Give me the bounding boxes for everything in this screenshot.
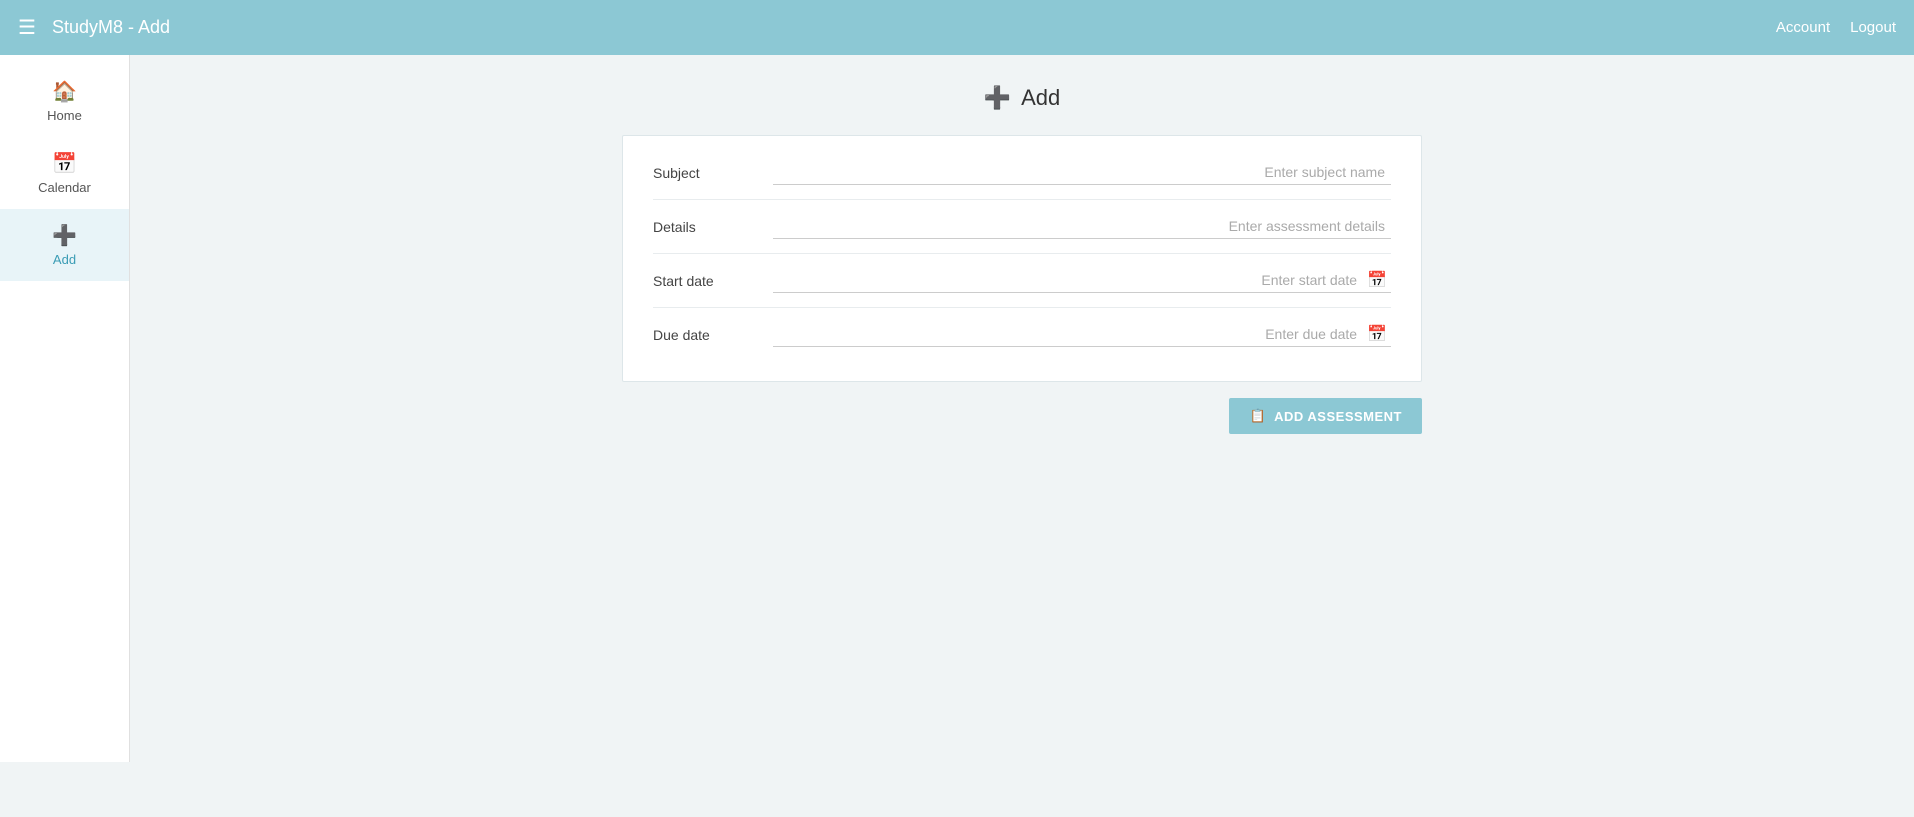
subject-input[interactable] [773, 160, 1391, 185]
details-label: Details [653, 219, 773, 235]
main-content: ➕ Add Subject Details Start date 📅 [130, 55, 1914, 762]
details-input[interactable] [773, 214, 1391, 239]
due-date-label: Due date [653, 327, 773, 343]
logout-link[interactable]: Logout [1850, 19, 1896, 36]
start-date-label: Start date [653, 273, 773, 289]
menu-icon[interactable]: ☰ [18, 15, 36, 40]
sidebar-item-add-label: Add [53, 252, 76, 267]
add-assessment-button[interactable]: 📋 ADD ASSESSMENT [1229, 398, 1422, 434]
start-date-input[interactable] [773, 268, 1363, 292]
sidebar: 🏠 Home 📅 Calendar ➕ Add [0, 55, 130, 762]
form-card: Subject Details Start date 📅 Due d [622, 135, 1422, 382]
due-date-wrapper: 📅 [773, 322, 1391, 347]
page-title: Add [1021, 85, 1060, 111]
app-title: StudyM8 - Add [52, 17, 1776, 38]
start-date-calendar-icon[interactable]: 📅 [1363, 270, 1391, 290]
topnav: ☰ StudyM8 - Add Account Logout [0, 0, 1914, 55]
page-title-container: ➕ Add [150, 85, 1894, 111]
sidebar-item-add[interactable]: ➕ Add [0, 209, 129, 281]
add-assessment-btn-icon: 📋 [1249, 408, 1266, 424]
sidebar-item-home-label: Home [47, 108, 82, 123]
subject-label: Subject [653, 165, 773, 181]
due-date-calendar-icon[interactable]: 📅 [1363, 324, 1391, 344]
calendar-nav-icon: 📅 [52, 151, 77, 176]
add-assessment-btn-label: ADD ASSESSMENT [1274, 409, 1402, 424]
start-date-input-wrapper: 📅 [773, 268, 1391, 293]
sidebar-item-home[interactable]: 🏠 Home [0, 65, 129, 137]
add-nav-icon: ➕ [52, 223, 77, 248]
due-date-input-wrapper: 📅 [773, 322, 1391, 347]
sidebar-item-calendar-label: Calendar [38, 180, 91, 195]
due-date-input[interactable] [773, 322, 1363, 346]
form-row-subject: Subject [653, 146, 1391, 200]
form-row-start-date: Start date 📅 [653, 254, 1391, 308]
form-row-due-date: Due date 📅 [653, 308, 1391, 361]
start-date-wrapper: 📅 [773, 268, 1391, 293]
sidebar-item-calendar[interactable]: 📅 Calendar [0, 137, 129, 209]
topnav-right: Account Logout [1776, 19, 1896, 36]
button-row: 📋 ADD ASSESSMENT [622, 398, 1422, 434]
home-icon: 🏠 [52, 79, 77, 104]
subject-input-wrapper [773, 160, 1391, 185]
details-input-wrapper [773, 214, 1391, 239]
account-link[interactable]: Account [1776, 19, 1830, 36]
page-title-icon: ➕ [984, 85, 1011, 111]
form-row-details: Details [653, 200, 1391, 254]
